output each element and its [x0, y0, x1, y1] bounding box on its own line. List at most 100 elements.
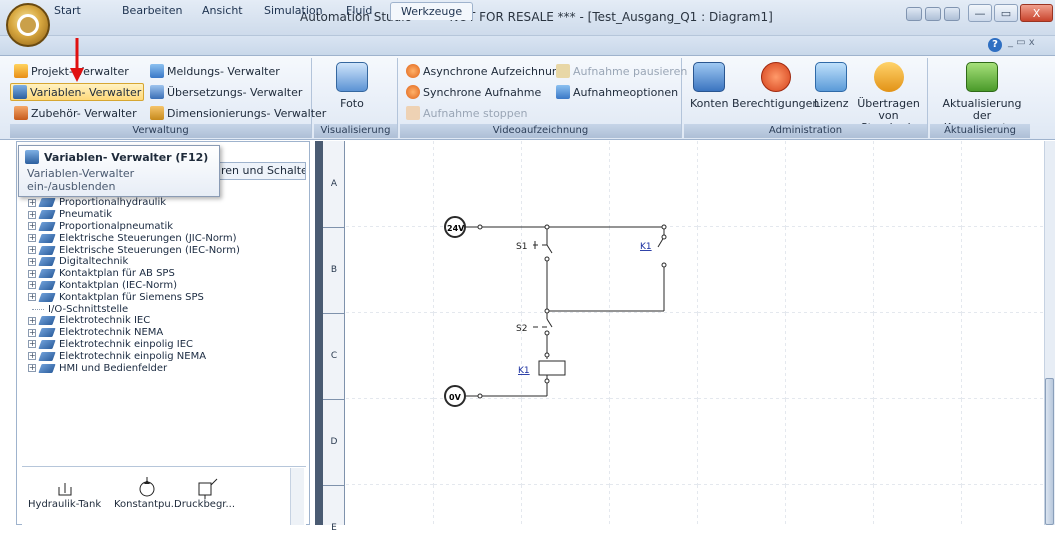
quick-access-icon[interactable]: [925, 7, 941, 21]
application-menu-button[interactable]: [6, 3, 50, 47]
tab-start[interactable]: Start: [44, 2, 91, 20]
tooltip-description: Variablen-Verwalter: [27, 167, 135, 180]
expand-icon[interactable]: +: [28, 246, 36, 255]
maximize-button[interactable]: ▭: [994, 4, 1018, 22]
expand-icon[interactable]: +: [28, 281, 36, 290]
expand-icon[interactable]: +: [28, 328, 36, 337]
tree-item[interactable]: + Elektrische Steuerungen (IEC-Norm): [28, 244, 298, 256]
doc-window-controls[interactable]: _ ▭ x: [1008, 37, 1035, 48]
tree-item[interactable]: + Proportionalhydraulik: [28, 197, 298, 209]
library-item-konstantpumpe[interactable]: Konstantpu...: [114, 475, 180, 510]
preview-scrollbar[interactable]: [290, 468, 304, 525]
tree-item[interactable]: + Elektrotechnik einpolig IEC: [28, 339, 298, 351]
pump-icon: [139, 477, 155, 497]
expand-icon[interactable]: +: [28, 340, 36, 349]
tree-item[interactable]: + Elektrotechnik IEC: [28, 315, 298, 327]
tree-item[interactable]: + HMI und Bedienfelder: [28, 362, 298, 374]
tree-item[interactable]: I/O-Schnittstelle: [28, 303, 298, 315]
expand-icon[interactable]: +: [28, 257, 36, 266]
expand-icon[interactable]: +: [28, 293, 36, 302]
tree-item[interactable]: + Elektrotechnik NEMA: [28, 327, 298, 339]
supply-0v-label: 0V: [449, 393, 462, 402]
expand-icon[interactable]: +: [28, 352, 36, 361]
expand-icon[interactable]: +: [28, 269, 36, 278]
variablen-verwalter-button[interactable]: Variablen- Verwalter: [10, 83, 145, 101]
quick-access-icon[interactable]: [906, 7, 922, 21]
k1-coil-label[interactable]: K1: [518, 366, 530, 376]
tab-bearbeiten[interactable]: Bearbeiten: [112, 2, 192, 20]
tree-connector: [32, 308, 44, 310]
accessories-icon: [14, 106, 28, 120]
group-label-verwaltung: Verwaltung: [10, 124, 311, 138]
tree-item[interactable]: + Digitaltechnik: [28, 256, 298, 268]
berechtigungen-button[interactable]: Berechtigungen: [732, 62, 819, 110]
quick-access-icon[interactable]: [944, 7, 960, 21]
group-label-videoaufzeichnung: Videoaufzeichnung: [400, 124, 681, 138]
diagram-canvas[interactable]: 24V 0V S1 K1 S2 K1: [346, 141, 1044, 525]
tree-item[interactable]: + Kontaktplan für AB SPS: [28, 268, 298, 280]
tree-item-label: Proportionalhydraulik: [59, 197, 167, 209]
lizenz-button[interactable]: Lizenz: [814, 62, 848, 110]
tree-item[interactable]: + Elektrische Steuerungen (JIC-Norm): [28, 232, 298, 244]
group-administration: Konten Berechtigungen Lizenz Übertragen …: [684, 58, 928, 138]
library-item-hydraulik-tank[interactable]: Hydraulik-Tank: [28, 475, 101, 510]
library-item-druckbegrenzungsventil[interactable]: Druckbegr...: [174, 475, 235, 510]
permissions-icon: [760, 62, 791, 92]
help-icon[interactable]: ?: [988, 38, 1002, 52]
component-preview-panel: Hydraulik-Tank Konstantpu... Druckbegr..…: [22, 466, 306, 525]
tree-item[interactable]: + Elektrotechnik einpolig NEMA: [28, 350, 298, 362]
expand-icon[interactable]: +: [28, 210, 36, 219]
tab-werkzeuge[interactable]: Werkzeuge: [390, 2, 474, 20]
expand-icon[interactable]: +: [28, 364, 36, 373]
row-label: C: [330, 351, 338, 361]
camera-icon: [336, 62, 368, 92]
synchrone-aufnahme-button[interactable]: Synchrone Aufnahme: [404, 83, 543, 101]
dimensionierungs-verwalter-button[interactable]: Dimensionierungs- Verwalter: [148, 104, 328, 122]
tree-item[interactable]: + Kontaktplan für Siemens SPS: [28, 291, 298, 303]
uebersetzungs-verwalter-button[interactable]: Übersetzungs- Verwalter: [148, 83, 304, 101]
tree-item-label: Elektrotechnik einpolig IEC: [59, 338, 194, 350]
tab-fluid[interactable]: Fluid: [336, 2, 382, 20]
project-folder-icon: [14, 64, 28, 78]
close-button[interactable]: X: [1020, 4, 1053, 22]
tab-ansicht[interactable]: Ansicht: [192, 2, 253, 20]
tree-item[interactable]: + Kontaktplan (IEC-Norm): [28, 280, 298, 292]
aufnahme-stoppen-button[interactable]: Aufnahme stoppen: [404, 104, 530, 122]
supply-24v-label: 24V: [447, 224, 465, 233]
row-label: B: [330, 265, 338, 275]
panel-tab[interactable]: ren und Schalter: [214, 162, 306, 180]
tree-item-label: Proportionalpneumatik: [59, 220, 174, 232]
library-tree: + Proportionalhydraulik + Pneumatik + Proport…: [28, 197, 298, 374]
update-icon: [966, 62, 998, 92]
expand-icon[interactable]: +: [28, 198, 36, 207]
expand-icon[interactable]: +: [28, 222, 36, 231]
row-divider: [323, 313, 345, 314]
tree-item-label: Digitaltechnik: [59, 256, 129, 268]
zubehoer-verwalter-button[interactable]: Zubehör- Verwalter: [12, 104, 139, 122]
expand-icon[interactable]: +: [28, 316, 36, 325]
konten-button[interactable]: Konten: [690, 62, 728, 110]
scrollbar-thumb[interactable]: [1045, 378, 1054, 525]
k1-contact-label[interactable]: K1: [640, 242, 652, 252]
row-divider: [323, 399, 345, 400]
library-book-icon: [38, 328, 56, 338]
tree-item-label: Kontaktplan für AB SPS: [59, 268, 175, 280]
row-divider: [323, 485, 345, 486]
tree-item[interactable]: + Pneumatik: [28, 209, 298, 221]
tab-simulation[interactable]: Simulation: [254, 2, 333, 20]
tree-item-label: Pneumatik: [59, 209, 113, 221]
aufnahme-pausieren-button[interactable]: Aufnahme pausieren: [554, 62, 689, 80]
meldungs-verwalter-button[interactable]: Meldungs- Verwalter: [148, 62, 282, 80]
minimize-button[interactable]: —: [968, 4, 992, 22]
group-label-visualisierung: Visualisierung: [314, 124, 397, 138]
message-icon: [150, 64, 164, 78]
library-book-icon: [38, 210, 56, 220]
tree-item[interactable]: + Proportionalpneumatik: [28, 221, 298, 233]
group-aktualisierung: Aktualisierung der Komponenten Aktualisi…: [930, 58, 1030, 138]
foto-button[interactable]: Foto: [336, 62, 368, 110]
library-book-icon: [38, 245, 56, 255]
aufnahmeoptionen-button[interactable]: Aufnahmeoptionen: [554, 83, 680, 101]
library-book-icon: [38, 363, 56, 373]
asynchrone-aufzeichnung-button[interactable]: Asynchrone Aufzeichnung: [404, 62, 568, 80]
expand-icon[interactable]: +: [28, 234, 36, 243]
